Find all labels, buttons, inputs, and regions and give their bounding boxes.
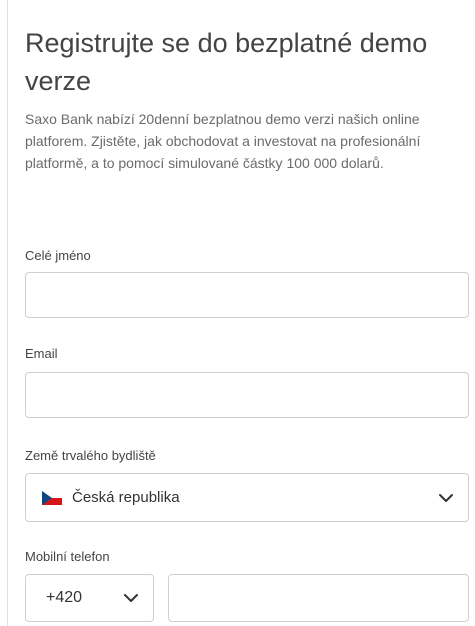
- country-selected-value: Česká republika: [72, 489, 180, 506]
- phone-label: Mobilní telefon: [25, 549, 110, 564]
- country-select[interactable]: Česká republika: [25, 473, 469, 522]
- phone-country-code-value: +420: [46, 589, 83, 606]
- czech-flag-icon: [42, 490, 62, 505]
- country-label: Země trvalého bydliště: [25, 448, 156, 463]
- email-label: Email: [25, 346, 58, 361]
- registration-card: Registrujte se do bezplatné demo verze S…: [7, 0, 475, 626]
- email-input[interactable]: [25, 372, 469, 418]
- phone-country-code-select[interactable]: +420: [25, 574, 154, 622]
- full-name-label: Celé jméno: [25, 248, 91, 263]
- phone-number-input[interactable]: [168, 574, 469, 622]
- form-title: Registrujte se do bezplatné demo verze: [25, 28, 428, 96]
- form-description: Saxo Bank nabízí 20denní bezplatnou demo…: [25, 111, 421, 171]
- chevron-down-icon: [439, 493, 453, 502]
- full-name-input[interactable]: [25, 272, 469, 318]
- chevron-down-icon: [124, 594, 138, 602]
